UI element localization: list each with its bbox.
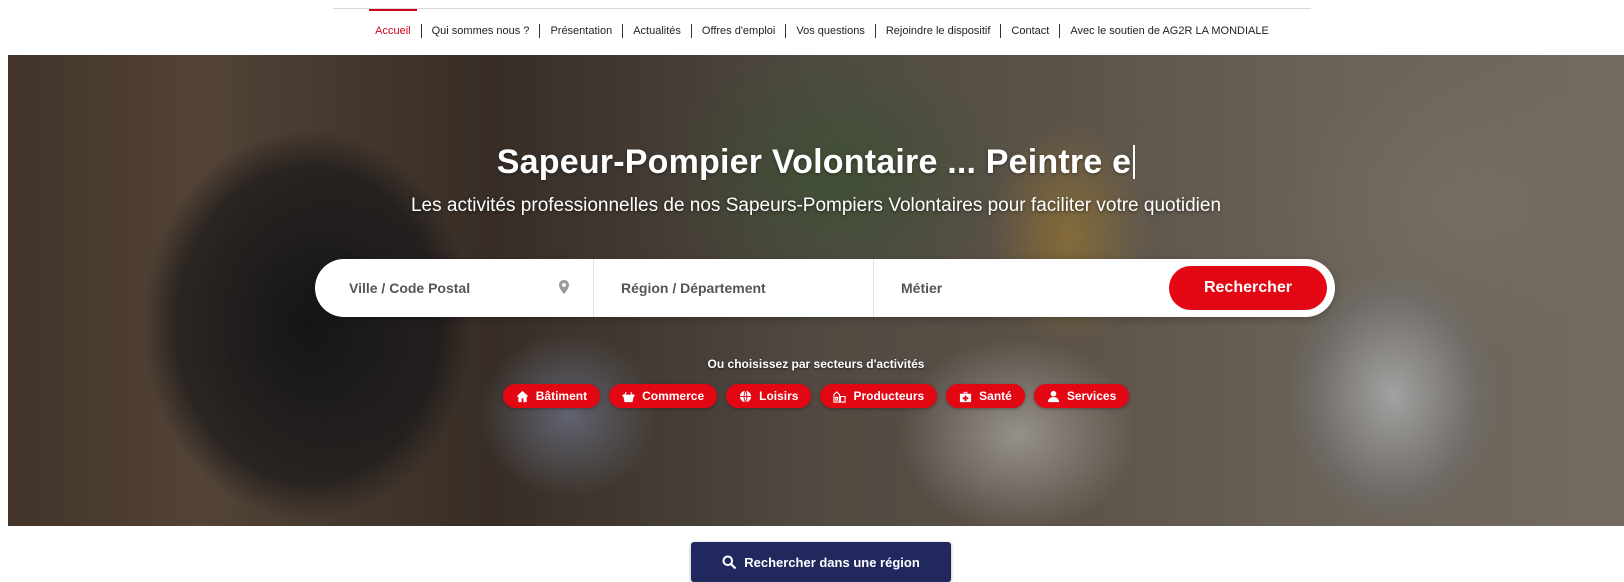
nav-accueil[interactable]: Accueil xyxy=(369,8,418,38)
map-pin-icon[interactable] xyxy=(559,280,569,294)
hero-title: Sapeur-Pompier Volontaire ... Peintre e xyxy=(8,143,1624,182)
search-button[interactable]: Rechercher xyxy=(1169,266,1327,310)
sectors-label: Ou choisissez par secteurs d'activités xyxy=(707,357,925,371)
region-input[interactable] xyxy=(619,279,873,297)
nav-contact[interactable]: Contact xyxy=(1005,24,1055,38)
nav-separator xyxy=(690,23,692,38)
user-icon xyxy=(1047,390,1059,402)
search-bar: Rechercher xyxy=(315,259,1335,317)
farm-icon xyxy=(833,390,847,403)
nav-qui-sommes-nous[interactable]: Qui sommes nous ? xyxy=(426,24,536,38)
region-search-label: Rechercher dans une région xyxy=(744,554,920,570)
sector-loisirs-button[interactable]: Loisirs xyxy=(726,384,812,408)
nav-offres-emploi[interactable]: Offres d'emploi xyxy=(696,24,781,38)
city-input[interactable] xyxy=(347,279,559,297)
job-input[interactable] xyxy=(899,279,1151,297)
nav-separator xyxy=(420,23,422,38)
medical-bag-icon xyxy=(960,391,972,402)
nav-separator xyxy=(622,23,624,38)
sector-label: Bâtiment xyxy=(535,389,588,403)
sector-services-button[interactable]: Services xyxy=(1033,384,1130,408)
sector-sante-button[interactable]: Santé xyxy=(946,384,1025,408)
nav-separator xyxy=(1059,23,1061,38)
hero-title-text: Sapeur-Pompier Volontaire ... Peintre e xyxy=(496,143,1132,181)
hero-banner: Sapeur-Pompier Volontaire ... Peintre e … xyxy=(8,55,1624,526)
home-icon xyxy=(516,390,529,402)
nav-separator xyxy=(1000,23,1002,38)
typing-caret xyxy=(1133,145,1136,179)
sector-label: Services xyxy=(1066,389,1117,403)
nav-separator xyxy=(874,23,876,38)
sector-producteurs-button[interactable]: Producteurs xyxy=(820,384,938,408)
sector-list: Bâtiment Commerce Loisirs Producteurs Sa… xyxy=(8,384,1624,408)
sector-label: Producteurs xyxy=(853,389,925,403)
region-search-button[interactable]: Rechercher dans une région xyxy=(691,542,951,582)
hero-content: Sapeur-Pompier Volontaire ... Peintre e … xyxy=(8,55,1624,526)
nav-presentation[interactable]: Présentation xyxy=(544,24,618,38)
nav-separator xyxy=(539,23,541,38)
nav-actualites[interactable]: Actualités xyxy=(627,24,687,38)
main-navigation: Accueil Qui sommes nous ? Présentation A… xyxy=(333,8,1311,52)
job-field xyxy=(873,259,1151,317)
nav-soutien-ag2r[interactable]: Avec le soutien de AG2R LA MONDIALE xyxy=(1064,24,1275,38)
sector-label: Loisirs xyxy=(759,389,799,403)
nav-vos-questions[interactable]: Vos questions xyxy=(790,24,871,38)
city-field xyxy=(315,259,593,317)
sector-batiment-button[interactable]: Bâtiment xyxy=(502,384,601,408)
basket-icon xyxy=(622,391,635,402)
region-field xyxy=(593,259,873,317)
hero-subtitle: Les activités professionnelles de nos Sa… xyxy=(410,195,1222,216)
sector-commerce-button[interactable]: Commerce xyxy=(609,384,718,408)
globe-icon xyxy=(740,390,752,402)
sector-label: Santé xyxy=(979,389,1012,403)
nav-separator xyxy=(785,23,787,38)
sector-label: Commerce xyxy=(642,389,705,403)
nav-rejoindre[interactable]: Rejoindre le dispositif xyxy=(880,24,997,38)
search-icon xyxy=(722,555,737,569)
